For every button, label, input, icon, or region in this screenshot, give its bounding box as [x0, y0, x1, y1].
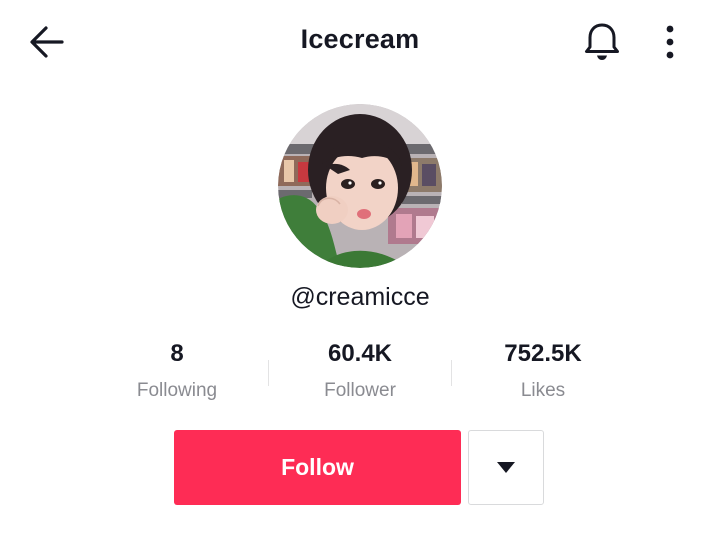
likes-count: 752.5K	[504, 340, 582, 367]
stat-followers[interactable]: 60.4K Follower	[285, 340, 435, 402]
stat-divider	[451, 360, 452, 386]
more-options-button[interactable]	[652, 20, 688, 64]
suggested-accounts-dropdown-button[interactable]	[468, 430, 544, 505]
stat-likes: 752.5K Likes	[468, 340, 618, 402]
likes-label: Likes	[520, 380, 566, 401]
following-label: Following	[136, 380, 218, 401]
notification-button[interactable]	[580, 20, 624, 64]
profile-photo	[278, 104, 442, 268]
stat-following[interactable]: 8 Following	[102, 340, 252, 402]
followers-count: 60.4K	[327, 340, 393, 367]
stat-divider	[268, 360, 269, 386]
following-count: 8	[170, 340, 184, 367]
top-bar: Icecream	[0, 0, 720, 84]
avatar[interactable]	[278, 104, 442, 268]
follow-button[interactable]: Follow	[174, 430, 461, 505]
caret-down-icon	[497, 461, 515, 473]
bell-icon	[585, 23, 619, 60]
username: @creamicce	[290, 283, 430, 311]
more-vertical-icon	[666, 25, 674, 59]
followers-label: Follower	[324, 380, 396, 401]
profile-page: Icecream @creamicce 8 Following 60.4K Fo…	[0, 0, 720, 533]
